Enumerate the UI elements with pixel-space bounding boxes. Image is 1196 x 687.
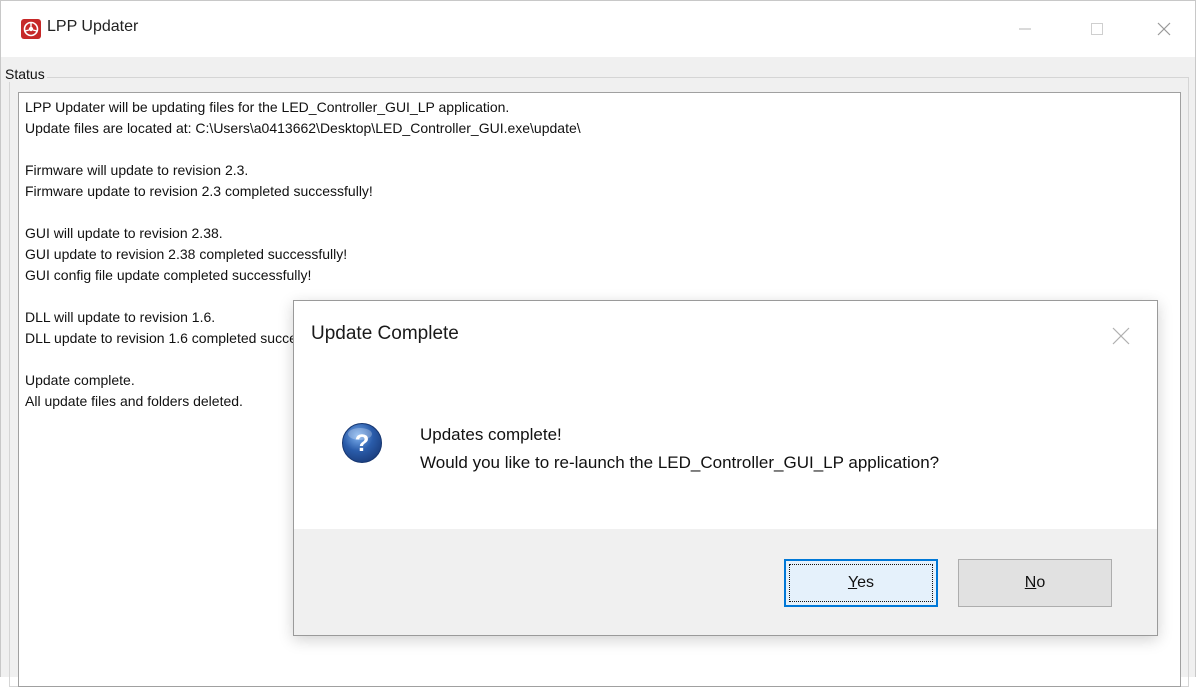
window-title: LPP Updater [47,18,139,35]
dialog-title: Update Complete [311,323,459,344]
dialog-message: Updates complete! Would you like to re-l… [420,421,939,477]
status-line: GUI config file update completed success… [25,267,312,283]
close-icon [1157,22,1171,36]
title-bar[interactable]: LPP Updater [1,1,1195,57]
close-icon [1112,327,1130,345]
question-icon: ? [342,423,382,463]
yes-button[interactable]: Yes [784,559,938,607]
minimize-icon [1019,28,1031,30]
status-line: Update files are located at: C:\Users\a0… [25,120,581,136]
lpp-updater-window: LPP Updater Status LPP Updater will be u… [0,0,1196,687]
status-line: GUI update to revision 2.38 completed su… [25,246,348,262]
status-line: GUI will update to revision 2.38. [25,225,223,241]
status-line: Firmware update to revision 2.3 complete… [25,183,373,199]
maximize-icon [1091,23,1103,35]
no-button[interactable]: No [958,559,1112,607]
dialog-button-bar: Yes No [294,529,1157,635]
minimize-button[interactable] [1005,11,1045,47]
status-line [25,202,1174,223]
maximize-button[interactable] [1077,11,1117,47]
status-line: LPP Updater will be updating files for t… [25,99,510,115]
status-line [25,139,1174,160]
status-group-label: Status [3,66,47,82]
status-line: Firmware will update to revision 2.3. [25,162,249,178]
lpp-app-icon [21,19,41,39]
update-complete-dialog: Update Complete ? Updates complete! Woul… [293,300,1158,636]
focus-indicator [789,564,933,602]
dialog-close-button[interactable] [1106,321,1136,351]
dialog-message-line: Would you like to re-launch the LED_Cont… [420,453,940,472]
no-button-label: No [1024,574,1046,591]
svg-text:?: ? [355,430,370,457]
window-close-button[interactable] [1144,11,1184,47]
dialog-message-line: Updates complete! [420,425,562,444]
